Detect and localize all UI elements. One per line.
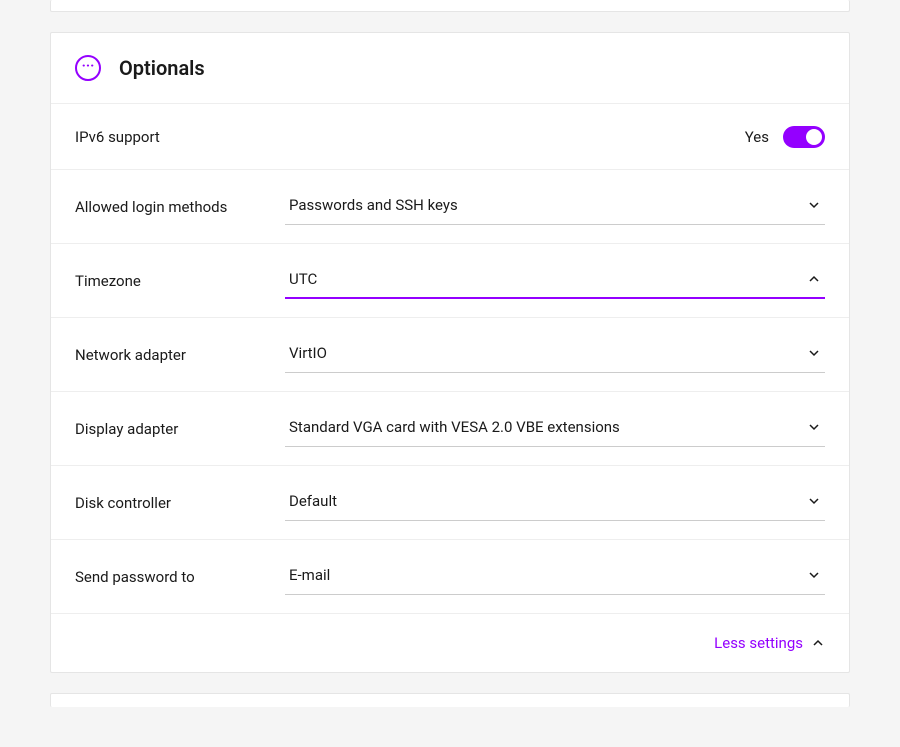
send-password-value: E-mail — [289, 566, 330, 584]
display-adapter-row: Display adapter Standard VGA card with V… — [51, 391, 849, 465]
ipv6-status: Yes — [745, 128, 769, 146]
next-card-stub — [50, 693, 850, 707]
network-adapter-label: Network adapter — [75, 346, 285, 364]
display-adapter-value: Standard VGA card with VESA 2.0 VBE exte… — [289, 418, 620, 436]
ipv6-row: IPv6 support Yes — [51, 103, 849, 169]
timezone-select[interactable]: UTC — [285, 262, 825, 299]
send-password-row: Send password to E-mail — [51, 539, 849, 613]
chevron-down-icon — [807, 494, 821, 508]
send-password-select[interactable]: E-mail — [285, 558, 825, 595]
chevron-down-icon — [807, 346, 821, 360]
timezone-label: Timezone — [75, 272, 285, 290]
login-methods-row: Allowed login methods Passwords and SSH … — [51, 169, 849, 243]
chevron-up-icon — [811, 636, 825, 650]
disk-controller-label: Disk controller — [75, 494, 285, 512]
disk-controller-value: Default — [289, 492, 337, 510]
chevron-down-icon — [807, 198, 821, 212]
optionals-card: ··· Optionals IPv6 support Yes Allowed l… — [50, 32, 850, 673]
chevron-up-icon — [807, 272, 821, 286]
ipv6-toggle[interactable] — [783, 126, 825, 148]
timezone-row: Timezone UTC — [51, 243, 849, 317]
timezone-value: UTC — [289, 270, 317, 288]
disk-controller-row: Disk controller Default — [51, 465, 849, 539]
login-methods-select[interactable]: Passwords and SSH keys — [285, 188, 825, 225]
chevron-down-icon — [807, 568, 821, 582]
ipv6-label: IPv6 support — [75, 128, 285, 146]
login-methods-value: Passwords and SSH keys — [289, 196, 458, 214]
less-settings-button[interactable]: Less settings — [714, 634, 825, 652]
less-settings-label: Less settings — [714, 634, 803, 652]
previous-card-stub — [50, 0, 850, 12]
section-title: Optionals — [119, 56, 205, 80]
display-adapter-select[interactable]: Standard VGA card with VESA 2.0 VBE exte… — [285, 410, 825, 447]
optionals-header: ··· Optionals — [51, 33, 849, 103]
ellipsis-circle-icon: ··· — [75, 55, 101, 81]
chevron-down-icon — [807, 420, 821, 434]
toggle-knob — [806, 129, 822, 145]
card-footer: Less settings — [51, 613, 849, 672]
network-adapter-select[interactable]: VirtIO — [285, 336, 825, 373]
network-adapter-row: Network adapter VirtIO — [51, 317, 849, 391]
login-methods-label: Allowed login methods — [75, 198, 285, 216]
network-adapter-value: VirtIO — [289, 344, 327, 362]
display-adapter-label: Display adapter — [75, 420, 285, 438]
disk-controller-select[interactable]: Default — [285, 484, 825, 521]
send-password-label: Send password to — [75, 568, 285, 586]
